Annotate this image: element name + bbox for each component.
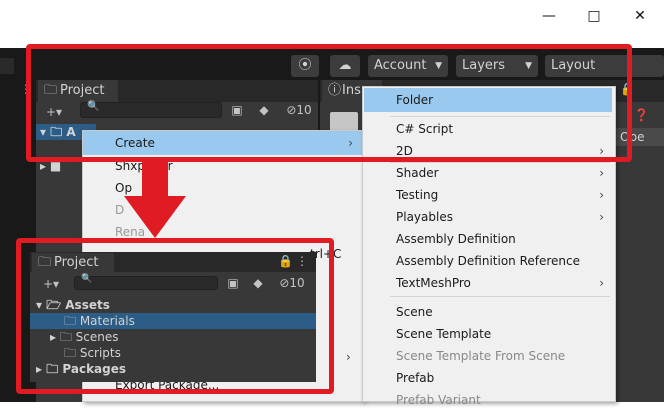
help-icon[interactable]: ❓ (634, 108, 649, 122)
maximize-icon[interactable]: □ (571, 0, 617, 32)
more-icon[interactable]: ⋮ (296, 254, 308, 268)
chevron-right-icon: › (346, 350, 351, 364)
lock-icon[interactable]: 🔒 (278, 254, 293, 268)
inset-search-input[interactable]: 🔍 (74, 274, 218, 290)
inset-tree-assets[interactable]: ▾ 🗁 Assets (36, 297, 110, 313)
menu-item-prefab-variant: Prefab Variant (396, 393, 481, 407)
inset-tree-scripts[interactable]: 🗀 Scripts (64, 345, 121, 361)
menu-item-shader[interactable]: Shader › (396, 162, 606, 184)
inset-hidden-count-button[interactable]: ⊘10 (272, 273, 312, 293)
menu-item-assembly-definition-reference[interactable]: Assembly Definition Reference (396, 250, 606, 272)
menu-item-textmeshpro[interactable]: TextMeshPro › (396, 272, 606, 294)
eye-slash-icon: ⊘ (279, 276, 290, 290)
chevron-right-icon: › (599, 210, 604, 224)
menu-separator (390, 296, 610, 297)
inset-tree-scenes[interactable]: ▸ 🗀 Scenes (50, 329, 119, 345)
inset-tree-materials[interactable]: 🗀 Materials (64, 313, 135, 329)
inset-add-asset-button[interactable]: +▾ (36, 274, 66, 292)
chevron-right-icon: › (599, 166, 604, 180)
minimize-icon[interactable]: — (526, 0, 572, 32)
menu-item-scene-template-from-scene: Scene Template From Scene (396, 349, 566, 363)
filter-type-icon[interactable]: ▣ (222, 273, 244, 293)
search-icon: 🔍 (81, 274, 93, 284)
menu-item-playables[interactable]: Playables › (396, 206, 606, 228)
menu-item-scene-template[interactable]: Scene Template (396, 323, 606, 345)
annotation-highlight-box (26, 44, 632, 162)
left-edge-panel (0, 58, 14, 74)
annotation-arrow-icon (124, 158, 186, 238)
menu-item-scene[interactable]: Scene (396, 301, 606, 323)
menu-item-testing[interactable]: Testing › (396, 184, 606, 206)
label-tag-icon[interactable]: ◆ (248, 273, 268, 293)
folder-icon: 🗀 (38, 255, 52, 270)
close-icon[interactable]: ✕ (617, 0, 663, 32)
chevron-right-icon: › (599, 188, 604, 202)
inset-tree-packages[interactable]: ▸ 🗀 Packages (36, 361, 126, 377)
menu-item-delete[interactable]: D (115, 199, 124, 221)
chevron-right-icon: › (599, 276, 604, 290)
menu-item-assembly-definition[interactable]: Assembly Definition (396, 228, 606, 250)
menu-item-prefab[interactable]: Prefab (396, 367, 606, 389)
inset-tab-project[interactable]: 🗀 Project (32, 253, 114, 273)
